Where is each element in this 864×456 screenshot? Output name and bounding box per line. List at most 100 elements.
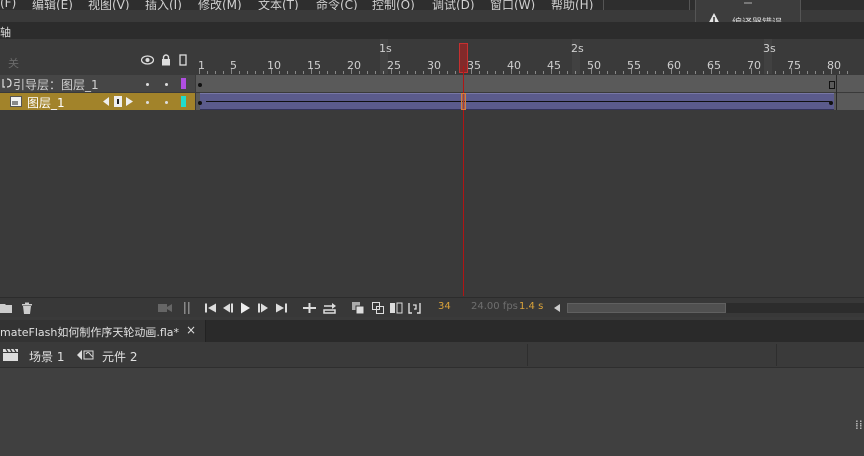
timeline-horizontal-scrollbar[interactable] (553, 302, 864, 314)
loop-icon[interactable] (323, 302, 337, 314)
edit-multiple-frames-icon[interactable] (390, 302, 403, 314)
layer-list: 引导层：图层_1 图层_1 (0, 75, 195, 296)
menu-item[interactable]: 文本(T) (258, 0, 299, 10)
document-tab-label[interactable]: mateFlash如何制作序天轮动画.fla* (0, 324, 179, 340)
timeline-tab-label: 轴 (0, 26, 11, 39)
menu-item[interactable]: 修改(M) (198, 0, 242, 10)
layer-color-box[interactable] (181, 96, 186, 107)
prev-keyframe-icon[interactable] (103, 97, 110, 106)
onion-outline-icon[interactable] (372, 302, 385, 314)
menu-item[interactable]: 编辑(E) (32, 0, 73, 10)
go-last-frame-icon[interactable] (276, 302, 287, 314)
step-back-icon[interactable] (222, 302, 233, 314)
tween-arrow (206, 101, 830, 102)
ruler-tick (647, 71, 648, 74)
menu-item[interactable]: (F) (0, 0, 16, 10)
timeline-panel-tab[interactable]: 轴 (0, 22, 864, 39)
ruler-tick (847, 71, 848, 74)
timeline-footer: 34 24.00 fps 1.4 s (0, 297, 864, 317)
menu-item[interactable]: 命令(C) (316, 0, 358, 10)
layer-color-box[interactable] (181, 78, 186, 89)
frames-area[interactable] (196, 75, 864, 296)
ruler-tick (623, 71, 624, 74)
popup-grip-icon (744, 0, 752, 4)
scroll-left-icon[interactable] (553, 304, 561, 312)
panel-grip-icon[interactable] (183, 302, 191, 314)
end-frame-marker[interactable] (829, 81, 835, 89)
more-options-icon[interactable]: ⁞⁞ (855, 418, 863, 432)
stage-area[interactable]: ⁞⁞ (0, 368, 864, 456)
go-first-frame-icon[interactable] (205, 302, 216, 314)
outline-icon[interactable] (179, 54, 187, 66)
ruler-tick (335, 71, 336, 74)
scene-breadcrumb[interactable]: 场景 1 (29, 348, 64, 365)
modify-markers-icon[interactable] (408, 302, 421, 314)
lock-dot[interactable] (165, 83, 168, 86)
onion-skin-icon[interactable] (352, 302, 365, 314)
ruler-tick (703, 71, 704, 74)
elapsed-time-value[interactable]: 1.4 s (519, 301, 543, 312)
toolbar-divider (776, 344, 777, 366)
close-icon[interactable]: × (186, 323, 196, 337)
next-keyframe-icon[interactable] (126, 97, 133, 106)
ruler-tick (215, 71, 216, 74)
menu-item[interactable]: 帮助(H) (551, 0, 593, 10)
keyframe-dot[interactable] (198, 101, 202, 105)
document-tab-bar: mateFlash如何制作序天轮动画.fla* × (0, 320, 864, 342)
document-tab[interactable]: mateFlash如何制作序天轮动画.fla* × (0, 320, 206, 342)
keyframe-dot[interactable] (829, 101, 833, 105)
layer-row-guide[interactable]: 引导层：图层_1 (0, 75, 195, 92)
menu-item[interactable]: 插入(I) (145, 0, 182, 10)
menu-item[interactable]: 视图(V) (88, 0, 130, 10)
off-label: 关 (8, 57, 19, 70)
ruler-frame-label: 20 (347, 59, 361, 72)
ruler-frame-label: 40 (507, 59, 521, 72)
guide-layer-frames[interactable] (196, 75, 864, 92)
layer-row-selected[interactable]: 图层_1 (0, 93, 195, 110)
visibility-dot[interactable] (146, 83, 149, 86)
ruler-tick (687, 71, 688, 74)
center-frame-icon[interactable] (303, 302, 316, 314)
frame-end-divider (836, 75, 837, 110)
add-keyframe-icon[interactable] (114, 96, 122, 107)
delete-layer-icon[interactable] (21, 302, 33, 314)
keyframe-dot[interactable] (198, 83, 202, 87)
ruler-frame-label: 30 (427, 59, 441, 72)
ruler-frame-label: 5 (230, 59, 237, 72)
ruler-frame-label: 35 (467, 59, 481, 72)
menu-item[interactable]: 调试(D) (432, 0, 475, 10)
menu-item[interactable]: 控制(O) (372, 0, 415, 10)
fps-value[interactable]: 24.00 fps (471, 301, 518, 312)
new-folder-icon[interactable] (0, 302, 12, 314)
layer-name-main[interactable]: 图层_1 (27, 94, 65, 111)
ruler-tick (487, 71, 488, 74)
step-forward-icon[interactable] (258, 302, 269, 314)
camera-icon[interactable] (158, 302, 172, 314)
symbol-breadcrumb[interactable]: 元件 2 (102, 348, 137, 365)
current-frame-value[interactable]: 34 (438, 301, 451, 312)
scene-breadcrumb-bar: 场景 1 元件 2 (0, 342, 864, 368)
symbol-icon (77, 350, 94, 360)
frame-ruler[interactable]: 1 5 10 15 20 25 30 35 40 45 50 55 60 65 70 75 80 1s 2s 3s (196, 39, 864, 74)
ruler-tick (775, 71, 776, 74)
ruler-tick (367, 71, 368, 74)
ruler-tick (503, 71, 504, 74)
ruler-tick (495, 71, 496, 74)
menu-item[interactable]: 窗口(W) (490, 0, 535, 10)
ruler-tick (527, 71, 528, 74)
layer-icon (10, 96, 22, 107)
ruler-tick (735, 71, 736, 74)
second-marker-band (380, 39, 388, 74)
ruler-frame-label: 15 (307, 59, 321, 72)
scene-clapperboard-icon (3, 349, 18, 361)
lock-dot[interactable] (165, 101, 168, 104)
layer-name-guide[interactable]: 引导层：图层_1 (13, 76, 99, 93)
scroll-thumb[interactable] (567, 303, 726, 313)
visibility-dot[interactable] (146, 101, 149, 104)
ruler-tick (607, 71, 608, 74)
ruler-frame-label: 60 (667, 59, 681, 72)
play-icon[interactable] (240, 302, 251, 314)
eye-icon[interactable] (141, 55, 154, 65)
lock-icon[interactable] (161, 54, 171, 66)
ruler-tick (583, 71, 584, 74)
